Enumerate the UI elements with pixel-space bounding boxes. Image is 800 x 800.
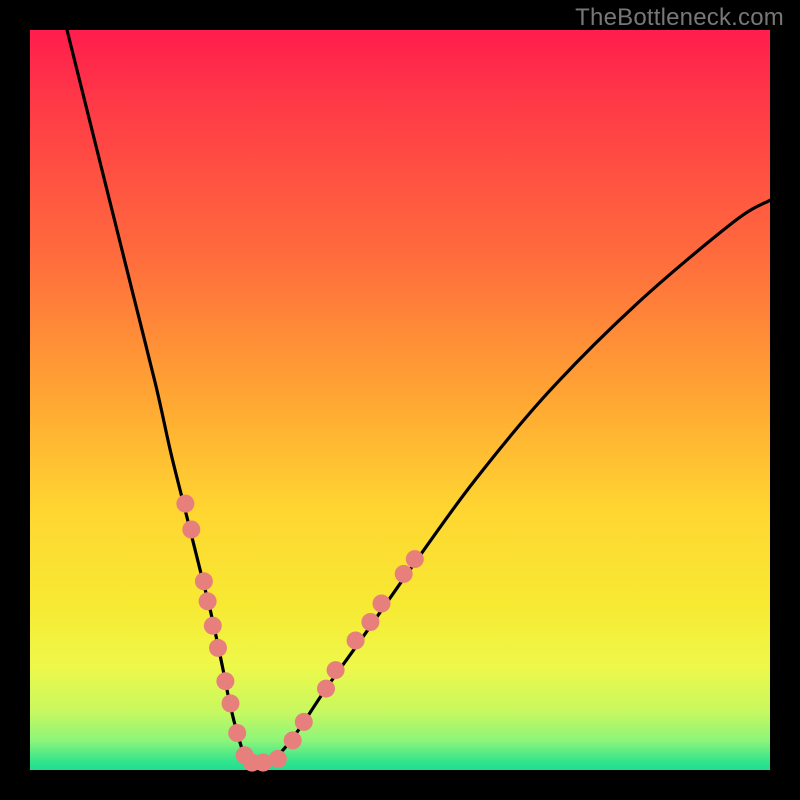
annotation-dot: [204, 617, 222, 635]
annotation-dot: [228, 724, 246, 742]
annotation-dot: [317, 680, 335, 698]
annotation-dot: [216, 672, 234, 690]
annotation-dot: [284, 731, 302, 749]
annotation-dot: [222, 694, 240, 712]
curve-svg: [30, 30, 770, 770]
annotation-dot: [182, 521, 200, 539]
annotation-dot: [295, 713, 313, 731]
annotation-dot: [347, 632, 365, 650]
chart-frame: TheBottleneck.com: [0, 0, 800, 800]
annotation-dot: [199, 592, 217, 610]
annotation-dot: [361, 613, 379, 631]
annotation-dot: [269, 750, 287, 768]
watermark-text: TheBottleneck.com: [575, 4, 784, 32]
plot-area: [30, 30, 770, 770]
annotation-dots: [176, 495, 423, 772]
annotation-dot: [327, 661, 345, 679]
bottleneck-curve: [67, 30, 770, 764]
annotation-dot: [195, 572, 213, 590]
annotation-dot: [373, 595, 391, 613]
annotation-dot: [406, 550, 424, 568]
annotation-dot: [176, 495, 194, 513]
annotation-dot: [209, 639, 227, 657]
annotation-dot: [395, 565, 413, 583]
